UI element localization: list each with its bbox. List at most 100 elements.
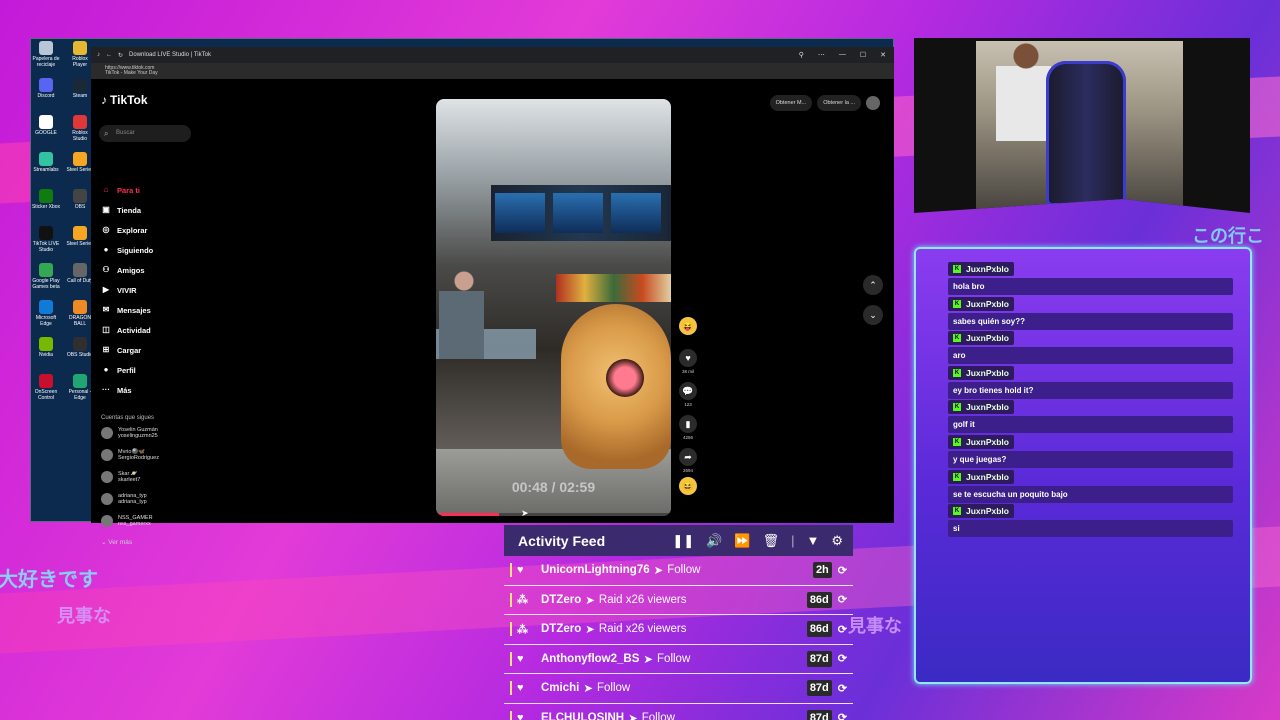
replay-icon[interactable]: ⟳ — [838, 711, 847, 720]
row-accent — [510, 681, 512, 696]
search-input[interactable]: ⌕ Buscar — [99, 125, 191, 142]
chat-username[interactable]: K JuxnPxblo — [948, 435, 1014, 449]
browser-window: ♪ ← ↻ Download LIVE Studio | TikTok ⚲ ⋯ … — [91, 47, 894, 546]
back-icon[interactable]: ← — [106, 52, 112, 58]
activity-row[interactable]: ♥ UnicornLightning76 ➤ Follow 2h ⟳ — [504, 556, 853, 586]
chat-username-text: JuxnPxblo — [966, 437, 1009, 447]
nav-item[interactable]: ··· Más — [101, 385, 132, 395]
volume-icon[interactable]: 🔊 — [706, 533, 722, 549]
replay-icon[interactable]: ⟳ — [838, 564, 847, 577]
activity-row[interactable]: ⁂ DTZero ➤ Raid x26 viewers 86d ⟳ — [504, 615, 853, 645]
activity-row[interactable]: ♥ ELCHULOSINH ➤ Follow 87d ⟳ — [504, 704, 853, 720]
nav-item[interactable]: ◫ Actividad — [101, 325, 151, 335]
video-player[interactable]: 00:48 / 02:59 — [436, 99, 671, 516]
desktop-icon[interactable]: Papelera de reciclaje — [31, 41, 61, 68]
extensions-icon[interactable]: ⚲ — [799, 51, 804, 59]
gaming-chair — [1046, 61, 1126, 206]
video-progress-bar[interactable] — [436, 513, 671, 516]
nav-item[interactable]: ⚇ Amigos — [101, 265, 145, 275]
comment-count: 123 — [684, 402, 692, 407]
desktop-icon[interactable]: Sticker Xbox — [31, 189, 61, 211]
maximize-button[interactable]: ☐ — [860, 51, 866, 59]
following-item[interactable]: Skar 🪐 skarleet7 — [101, 471, 140, 484]
row-accent — [510, 710, 512, 720]
avatar — [101, 493, 113, 506]
following-handle: SergioRodriguez — [118, 455, 159, 462]
nav-item[interactable]: ✉ Mensajes — [101, 305, 151, 315]
previous-video-button[interactable]: ⌃ — [863, 275, 883, 295]
following-item[interactable]: Mvrio🎱🦋 SergioRodriguez — [101, 449, 159, 462]
skip-icon[interactable]: ⏩ — [734, 533, 750, 549]
nav-item[interactable]: ◎ Explorar — [101, 225, 148, 235]
chat-username[interactable]: K JuxnPxblo — [948, 296, 1014, 311]
pause-icon[interactable]: ❚❚ — [672, 533, 694, 549]
trash-icon[interactable]: 🗑 — [763, 533, 780, 549]
desktop-icon[interactable]: Discord — [31, 78, 61, 100]
chat-username[interactable]: K JuxnPxblo — [948, 365, 1014, 380]
nav-item[interactable]: ⊞ Cargar — [101, 345, 142, 355]
see-more-link[interactable]: ⌄ Ver más — [101, 538, 132, 546]
desktop-icon[interactable]: Nvidia — [31, 337, 61, 359]
following-handle: yoselinguzmn25 — [118, 433, 158, 440]
nav-item[interactable]: ▣ Tienda — [101, 205, 141, 215]
share-button[interactable]: ➦ — [679, 448, 697, 466]
nav-item-label: Amigos — [117, 265, 145, 275]
chat-username[interactable]: K JuxnPxblo — [948, 262, 1014, 276]
creator-avatar[interactable]: 😝 — [679, 317, 697, 335]
replay-icon[interactable]: ⟳ — [838, 652, 847, 665]
following-item[interactable]: adriana_typ adriana_typ — [101, 493, 147, 506]
app-icon — [73, 115, 87, 129]
gear-icon[interactable]: ⚙ — [831, 533, 843, 549]
following-item[interactable]: Yoselin Guzmán yoselinguzmn25 — [101, 427, 158, 440]
desktop-icon[interactable]: Microsoft Edge — [31, 300, 61, 327]
nav-item-label: Para ti — [117, 185, 140, 195]
nav-item[interactable]: ▶ VIVIR — [101, 285, 137, 295]
action-column: 😝 ♥ 38 mil 💬 123 ▮ 4256 ➦ 2694 😆 — [678, 317, 698, 495]
following-item[interactable]: NSS_GAMER nss_gamerxx — [101, 515, 153, 528]
desktop-icon[interactable]: OnScreen Control — [31, 374, 61, 401]
next-video-button[interactable]: ⌄ — [863, 305, 883, 325]
replay-icon[interactable]: ⟳ — [838, 682, 847, 695]
heart-icon: ♥ — [517, 711, 524, 720]
nav-item[interactable]: ⌂ Para ti — [101, 185, 140, 195]
get-coins-button[interactable]: Obtener la ... — [817, 95, 861, 111]
get-app-button[interactable]: Obtener M... — [769, 95, 813, 111]
shelf — [556, 274, 671, 302]
chat-username[interactable]: K JuxnPxblo — [948, 400, 1014, 415]
chat-message: K JuxnPxblo se te escucha un poquito bajo — [948, 465, 1233, 503]
activity-row[interactable]: ♥ Cmichi ➤ Follow 87d ⟳ — [504, 674, 853, 704]
replay-icon[interactable]: ⟳ — [838, 623, 847, 636]
like-button[interactable]: ♥ — [679, 349, 697, 367]
save-button[interactable]: ▮ — [679, 415, 697, 433]
close-button[interactable]: ✕ — [880, 51, 886, 59]
chat-username[interactable]: K JuxnPxblo — [948, 504, 1014, 519]
webcam-feed — [976, 41, 1183, 209]
refresh-icon[interactable]: ↻ — [118, 52, 123, 59]
menu-icon[interactable]: ⋯ — [818, 51, 825, 59]
desktop-icon-label: GOOGLE — [35, 130, 57, 136]
nav-item[interactable]: ● Siguiendo — [101, 245, 154, 255]
activity-row[interactable]: ⁂ DTZero ➤ Raid x26 viewers 86d ⟳ — [504, 586, 853, 615]
chat-username[interactable]: K JuxnPxblo — [948, 469, 1014, 484]
desktop-icon[interactable]: Google Play Games beta — [31, 263, 61, 290]
upload-icon: ⊞ — [102, 345, 110, 354]
like-count: 38 mil — [681, 369, 694, 374]
desktop-icon[interactable]: Streamlabs — [31, 152, 61, 174]
filter-icon[interactable]: ▼ — [806, 533, 819, 548]
nav-item[interactable]: ● Perfil — [101, 365, 136, 375]
chevron-up-icon: ⌃ — [869, 280, 877, 290]
minimize-button[interactable]: — — [839, 51, 846, 59]
sound-avatar[interactable]: 😆 — [679, 477, 697, 495]
avatar[interactable] — [866, 96, 880, 110]
chat-username[interactable]: K JuxnPxblo — [948, 331, 1014, 346]
address-bar[interactable]: https://www.tiktok.com TikTok - Make You… — [91, 63, 894, 79]
raid-icon: ⁂ — [517, 623, 528, 636]
desktop-icon[interactable]: TikTok LIVE Studio — [31, 226, 61, 253]
comment-button[interactable]: 💬 — [679, 382, 697, 400]
replay-icon[interactable]: ⟳ — [838, 593, 847, 606]
desktop-icon[interactable]: GOOGLE — [31, 115, 61, 137]
tiktok-logo[interactable]: ♪ TikTok — [101, 93, 148, 107]
following-header: Cuentas que sigues — [101, 415, 155, 421]
activity-row[interactable]: ♥ Anthonyflow2_BS ➤ Follow 87d ⟳ — [504, 645, 853, 674]
activity-time: 86d — [806, 591, 832, 608]
